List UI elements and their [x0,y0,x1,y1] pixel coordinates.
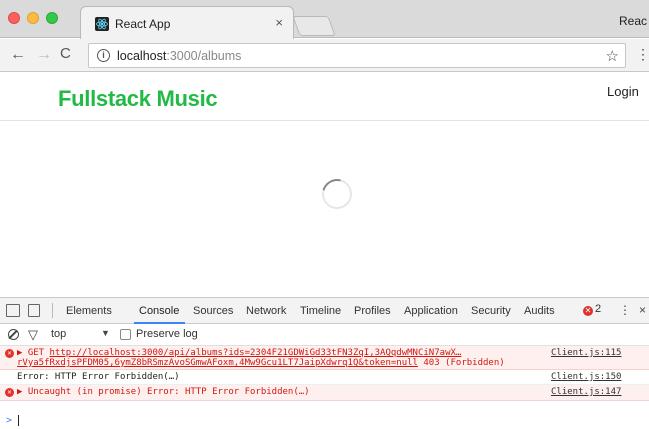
error-count-badge[interactable]: ✕ 2 [583,303,601,316]
error-icon: ✕ [5,388,14,397]
tab-network[interactable]: Network [246,305,286,317]
source-link[interactable]: Client.js:150 [551,372,621,382]
clear-console-icon[interactable] [8,329,19,340]
page-viewport: Fullstack Music Login [0,73,649,297]
new-tab-button[interactable] [292,16,336,36]
console-message[interactable]: Error: HTTP Error Forbidden(…) Client.js… [0,370,649,385]
url-host: localhost [117,49,167,63]
console-message-text: ▶ GET http://localhost:3000/api/albums?i… [17,348,505,368]
source-link[interactable]: Client.js:147 [551,387,621,397]
console-output: ✕ ▶ GET http://localhost:3000/api/albums… [0,346,649,429]
console-prompt-icon: > [6,415,13,426]
brand-logo[interactable]: Fullstack Music [58,86,218,112]
minimize-window-button[interactable] [27,12,39,24]
tab-security[interactable]: Security [471,305,511,317]
status-text: 403 (Forbidden) [417,358,505,368]
error-count: 2 [595,303,602,315]
context-selector[interactable]: top [51,328,66,340]
toolbar-divider [52,303,53,318]
address-bar[interactable]: i localhost:3000/albums ☆ [88,43,626,68]
inspect-element-icon[interactable] [6,304,20,317]
tab-audits[interactable]: Audits [524,305,555,317]
request-url-link-cont[interactable]: rVya5fRxdjsPFDM05,6ymZ8bRSmzAvoSGmwAFoxm… [17,358,418,368]
window-app-label: Reac [618,14,647,28]
console-toolbar: ▽ top ▼ Preserve log [0,324,649,346]
tab-close-icon[interactable]: × [275,15,283,30]
tab-application[interactable]: Application [404,305,458,317]
console-message[interactable]: ✕ ▶ Uncaught (in promise) Error: HTTP Er… [0,385,649,401]
login-link[interactable]: Login [607,84,639,99]
device-toolbar-icon[interactable] [28,304,40,317]
console-input[interactable] [18,415,19,426]
info-icon[interactable]: i [97,49,110,62]
browser-toolbar: ← → C i localhost:3000/albums ☆ ⋮ [0,39,649,72]
console-message-text: ▶ Uncaught (in promise) Error: HTTP Erro… [17,387,310,397]
maximize-window-button[interactable] [46,12,58,24]
browser-tab[interactable]: React App × [80,6,294,39]
tab-sources[interactable]: Sources [193,305,233,317]
bookmark-star-icon[interactable]: ☆ [606,47,619,65]
tab-title: React App [115,17,171,31]
devtools-tab-bar: Elements Console Sources Network Timelin… [0,298,649,324]
tab-timeline[interactable]: Timeline [300,305,341,317]
tab-elements[interactable]: Elements [66,305,112,317]
devtools-menu-icon[interactable]: ⋮ [619,303,631,317]
tab-console[interactable]: Console [139,305,179,317]
app-navbar: Fullstack Music Login [0,73,649,121]
browser-menu-icon[interactable]: ⋮ [636,46,649,63]
error-icon: ✕ [583,306,593,316]
preserve-log-checkbox[interactable] [120,329,131,340]
url-path: :3000/albums [166,49,242,63]
devtools-close-icon[interactable]: × [639,303,646,317]
console-message-text: Error: HTTP Error Forbidden(…) [17,372,180,382]
loading-spinner-icon [316,173,358,215]
close-window-button[interactable] [8,12,20,24]
chevron-down-icon[interactable]: ▼ [101,328,110,338]
react-favicon-icon [95,17,109,31]
back-arrow-icon[interactable]: ← [10,46,26,64]
request-url-link[interactable]: http://localhost:3000/api/albums?ids=230… [50,348,462,358]
preserve-log-label[interactable]: Preserve log [136,328,198,340]
source-link[interactable]: Client.js:115 [551,348,621,358]
browser-tab-bar: React App × Reac [0,0,649,39]
error-icon: ✕ [5,349,14,358]
forward-arrow-icon[interactable]: → [36,46,52,64]
filter-icon[interactable]: ▽ [28,327,38,343]
reload-icon[interactable]: C [60,45,71,62]
console-message[interactable]: ✕ ▶ GET http://localhost:3000/api/albums… [0,346,649,370]
devtools-panel: Elements Console Sources Network Timelin… [0,297,649,429]
url-text[interactable]: localhost:3000/albums [117,49,241,63]
tab-profiles[interactable]: Profiles [354,305,391,317]
